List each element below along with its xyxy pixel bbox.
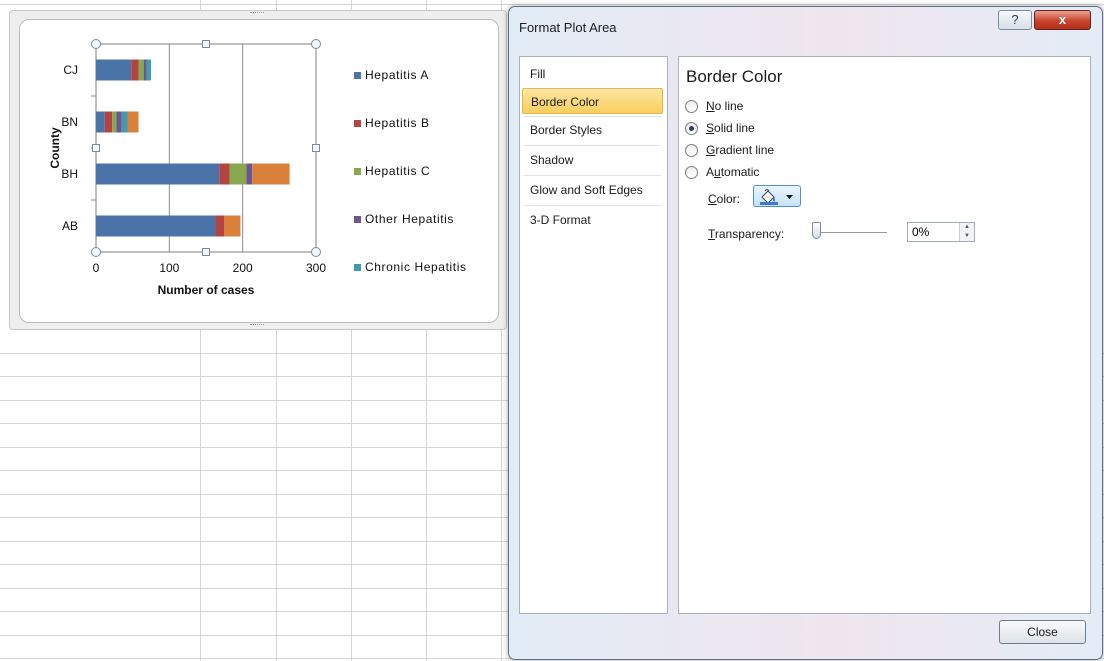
nav-item-shadow[interactable]: Shadow <box>522 147 663 173</box>
bar-segment <box>96 163 220 185</box>
legend-swatch <box>354 264 361 271</box>
chart-area[interactable]: 0 100 200 300 CJ BN BH AB Number of cases County H… <box>19 19 499 323</box>
selection-handle <box>202 40 210 48</box>
radio-label: Gradient line <box>706 143 775 157</box>
bar-segment <box>138 59 144 81</box>
nav-divider <box>524 205 661 206</box>
help-button[interactable]: ? <box>998 10 1032 30</box>
legend-entry: Hepatitis C <box>365 164 430 178</box>
bar-segment <box>143 59 147 81</box>
bar-segment <box>104 111 113 133</box>
spin-up-icon[interactable]: ▲ <box>960 223 974 232</box>
radio-gradient-line[interactable]: Gradient line <box>685 141 774 159</box>
transparency-input[interactable]: 0% ▲ ▼ <box>907 222 975 242</box>
x-tick-label: 300 <box>306 261 326 275</box>
legend-swatch <box>354 168 361 175</box>
dropdown-arrow-icon <box>786 195 793 199</box>
nav-item-3-d-format[interactable]: 3-D Format <box>522 207 663 233</box>
x-tick-label: 100 <box>159 261 179 275</box>
bar-segment <box>146 59 151 81</box>
bar-segment <box>252 163 290 185</box>
transparency-label: Transparency: <box>708 227 785 241</box>
bar-segment <box>96 111 105 133</box>
y-axis-title: County <box>48 127 62 169</box>
format-plot-area-dialog: Format Plot Area ? x Fill Border Color Bor… <box>508 6 1103 660</box>
x-tick-label: 200 <box>233 261 253 275</box>
y-tick-label: CJ <box>63 63 78 77</box>
bar-segment <box>215 215 225 237</box>
selection-handle <box>312 144 320 152</box>
legend-entry: Hepatitis B <box>365 116 430 130</box>
section-title: Border Color <box>686 67 783 86</box>
bar-segment <box>116 111 122 133</box>
radio-button[interactable] <box>685 121 698 135</box>
y-tick-label: AB <box>62 219 78 233</box>
radio-button[interactable] <box>685 143 698 157</box>
radio-button[interactable] <box>685 99 698 113</box>
spin-down-icon[interactable]: ▼ <box>960 232 974 241</box>
x-tick-label: 0 <box>93 261 100 275</box>
nav-item-glow-and-soft-edges[interactable]: Glow and Soft Edges <box>522 177 663 203</box>
radio-label: No line <box>706 99 744 113</box>
nav-divider <box>524 145 661 146</box>
nav-item-border-styles[interactable]: Border Styles <box>522 117 663 143</box>
legend-entry: Hepatitis A <box>365 68 429 82</box>
radio-label: Solid line <box>706 121 755 135</box>
color-picker-button[interactable] <box>753 185 801 207</box>
bar-segment <box>96 59 132 81</box>
chart-object[interactable]: 0 100 200 300 CJ BN BH AB Number of cases County H… <box>9 10 507 330</box>
transparency-slider-track[interactable] <box>819 232 887 233</box>
bar-chart[interactable]: 0 100 200 300 CJ BN BH AB Number of cases County H… <box>20 20 498 322</box>
radio-solid-line[interactable]: Solid line <box>685 119 755 137</box>
nav-divider <box>524 175 661 176</box>
selection-handle <box>91 39 101 49</box>
bar-segment <box>121 111 128 133</box>
bar-segment <box>224 215 241 237</box>
category-nav: Fill Border Color Border Styles Shadow Glow … <box>519 56 668 614</box>
help-icon: ? <box>1011 12 1019 27</box>
transparency-value: 0% <box>912 225 930 239</box>
chart-resize-grip-top[interactable] <box>250 12 264 16</box>
radio-label: Automatic <box>706 165 760 179</box>
chart-resize-grip-bottom[interactable] <box>250 324 264 328</box>
bar-segment <box>246 163 253 185</box>
legend-entry: Other Hepatitis <box>365 212 454 226</box>
selection-handle <box>311 247 321 257</box>
radio-button[interactable] <box>685 165 698 179</box>
legend-swatch <box>354 120 361 127</box>
selection-handle <box>202 248 210 256</box>
y-tick-label: BN <box>61 115 78 129</box>
bar-segment <box>131 59 139 81</box>
bar-segment <box>112 111 117 133</box>
y-tick-label: BH <box>61 167 78 181</box>
color-label: Color: <box>708 192 741 206</box>
dialog-title: Format Plot Area <box>519 20 617 35</box>
selection-handle <box>91 247 101 257</box>
bar-segment <box>219 163 230 185</box>
nav-item-border-color[interactable]: Border Color <box>522 88 663 114</box>
bar-segment <box>96 215 216 237</box>
nav-item-fill[interactable]: Fill <box>522 61 663 87</box>
border-color-panel: Border Color No line Solid line Gradient l… <box>678 56 1091 614</box>
bar-segment <box>229 163 247 185</box>
radio-no-line[interactable]: No line <box>685 97 743 115</box>
grid-row-line <box>0 4 1104 5</box>
x-axis-title: Number of cases <box>158 283 255 297</box>
selection-handle <box>92 144 100 152</box>
transparency-slider-handle[interactable] <box>812 222 821 239</box>
legend-swatch <box>354 216 361 223</box>
legend-swatch <box>354 72 361 79</box>
bar-segment <box>127 111 139 133</box>
close-button[interactable]: Close <box>999 620 1086 644</box>
selection-handle <box>311 39 321 49</box>
radio-automatic[interactable]: Automatic <box>685 163 759 181</box>
paint-bucket-icon <box>760 189 778 205</box>
transparency-spinner[interactable]: ▲ ▼ <box>959 223 974 241</box>
close-icon: x <box>1058 12 1067 27</box>
close-window-button[interactable]: x <box>1034 10 1091 30</box>
legend-entry: Chronic Hepatitis <box>365 260 467 274</box>
